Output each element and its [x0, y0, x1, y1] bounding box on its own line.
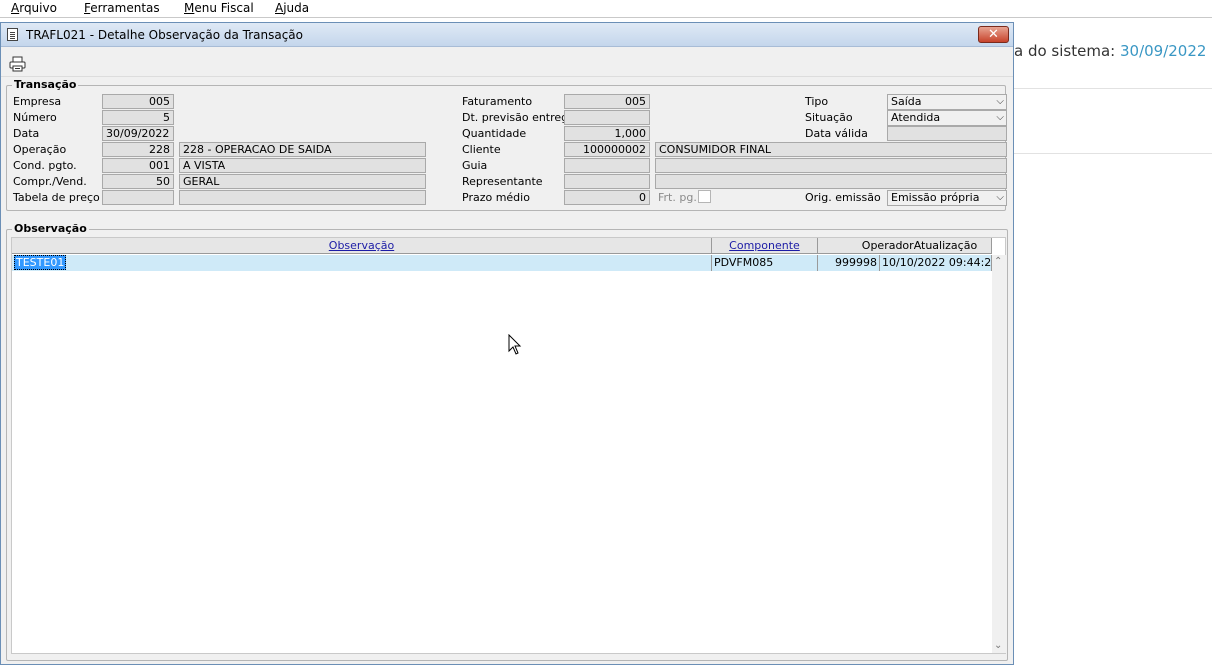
transacao-group: Transação Empresa Número Data Operação C… [6, 78, 1007, 211]
system-date-text: a do sistema: 30/09/2022 [1014, 42, 1206, 60]
window-titlebar[interactable]: TRAFL021 - Detalhe Observação da Transaç… [1, 23, 1013, 47]
atualizacao-cell[interactable]: 10/10/2022 09:44:21 [880, 255, 998, 271]
orig-emissao-label: Orig. emissão [805, 191, 881, 204]
tabela-preco-code-field[interactable] [102, 190, 174, 205]
cond-pgto-label: Cond. pgto. [13, 159, 77, 172]
printer-icon[interactable] [9, 56, 26, 72]
representante-desc-field[interactable] [655, 174, 1007, 189]
situacao-select[interactable]: Atendida ⌵ [887, 110, 1007, 126]
column-header-observacao[interactable]: Observação [12, 238, 712, 254]
representante-field[interactable] [564, 174, 650, 189]
observacao-legend: Observação [12, 222, 89, 235]
dt-previsao-field[interactable] [564, 110, 650, 125]
cliente-code-field[interactable]: 100000002 [564, 142, 650, 157]
operacao-desc-field[interactable]: 228 - OPERACAO DE SAIDA [179, 142, 426, 157]
chevron-down-icon: ⌵ [996, 96, 1004, 107]
observacao-value: TESTE01 [14, 255, 67, 270]
operacao-code-field[interactable]: 228 [102, 142, 174, 157]
detail-window: TRAFL021 - Detalhe Observação da Transaç… [0, 22, 1014, 665]
guia-desc-field[interactable] [655, 158, 1007, 173]
quantidade-field[interactable]: 1,000 [564, 126, 650, 141]
window-title: TRAFL021 - Detalhe Observação da Transaç… [26, 28, 303, 42]
transacao-legend: Transação [12, 78, 79, 91]
menu-ferramentas[interactable]: Ferramentas [84, 1, 160, 15]
system-date-label: a do sistema: [1014, 42, 1116, 60]
tipo-label: Tipo [805, 95, 829, 108]
empresa-field[interactable]: 005 [102, 94, 174, 109]
data-label: Data [13, 127, 40, 140]
faturamento-field[interactable]: 005 [564, 94, 650, 109]
operador-cell[interactable]: 999998 [818, 255, 880, 271]
prazo-medio-label: Prazo médio [462, 191, 530, 204]
menu-bar: Arquivo Ferramentas Menu Fiscal Ajuda [0, 0, 1212, 18]
guia-field[interactable] [564, 158, 650, 173]
scroll-down-icon[interactable]: ⌄ [994, 640, 1002, 651]
tabela-preco-desc-field[interactable] [179, 190, 426, 205]
observacao-cell[interactable]: TESTE01 [12, 255, 712, 271]
frt-pg-label: Frt. pg. [658, 191, 697, 204]
componente-cell[interactable]: PDVFM085 [712, 255, 818, 271]
orig-emissao-select[interactable]: Emissão própria ⌵ [887, 190, 1007, 206]
empresa-label: Empresa [13, 95, 62, 108]
chevron-down-icon: ⌵ [996, 112, 1004, 123]
quantidade-label: Quantidade [462, 127, 527, 140]
cliente-desc-field[interactable]: CONSUMIDOR FINAL [655, 142, 1007, 157]
situacao-label: Situação [805, 111, 853, 124]
vertical-scrollbar[interactable]: ⌃ ⌄ [992, 255, 1006, 653]
menu-fiscal[interactable]: Menu Fiscal [184, 1, 254, 15]
observacao-grid: Observação Componente OperadorAtualizaçã… [11, 237, 1006, 654]
representante-label: Representante [462, 175, 543, 188]
situacao-value: Atendida [891, 111, 941, 124]
orig-emissao-value: Emissão própria [891, 191, 980, 204]
cond-pgto-desc-field[interactable]: A VISTA [179, 158, 426, 173]
menu-ajuda[interactable]: Ajuda [275, 1, 309, 15]
tipo-value: Saída [891, 95, 922, 108]
operacao-label: Operação [13, 143, 67, 156]
column-header-componente[interactable]: Componente [712, 238, 818, 254]
menu-arquivo[interactable]: Arquivo [11, 1, 57, 15]
toolbar [1, 47, 1013, 77]
faturamento-label: Faturamento [462, 95, 533, 108]
data-valida-field[interactable] [887, 126, 1007, 141]
data-valida-label: Data válida [805, 127, 868, 140]
frt-pg-checkbox[interactable] [698, 190, 711, 203]
column-header-operador-atualizacao[interactable]: OperadorAtualização [818, 238, 992, 254]
cond-pgto-code-field[interactable]: 001 [102, 158, 174, 173]
divider [1014, 153, 1212, 154]
tipo-select[interactable]: Saída ⌵ [887, 94, 1007, 110]
scroll-up-icon[interactable]: ⌃ [994, 256, 1002, 267]
tabela-preco-label: Tabela de preço [13, 191, 100, 204]
divider [1014, 88, 1212, 89]
numero-label: Número [13, 111, 57, 124]
data-field[interactable]: 30/09/2022 [102, 126, 174, 141]
compr-vend-code-field[interactable]: 50 [102, 174, 174, 189]
guia-label: Guia [462, 159, 488, 172]
numero-field[interactable]: 5 [102, 110, 174, 125]
close-button[interactable]: ✕ [978, 26, 1009, 43]
compr-vend-label: Compr./Vend. [13, 175, 87, 188]
prazo-medio-field[interactable]: 0 [564, 190, 650, 205]
dt-previsao-label: Dt. previsão entrega [462, 111, 575, 124]
document-icon [7, 28, 18, 41]
cliente-label: Cliente [462, 143, 501, 156]
mouse-cursor-icon [508, 334, 522, 355]
compr-vend-desc-field[interactable]: GERAL [179, 174, 426, 189]
chevron-down-icon: ⌵ [996, 192, 1004, 203]
system-date-value: 30/09/2022 [1119, 42, 1207, 60]
